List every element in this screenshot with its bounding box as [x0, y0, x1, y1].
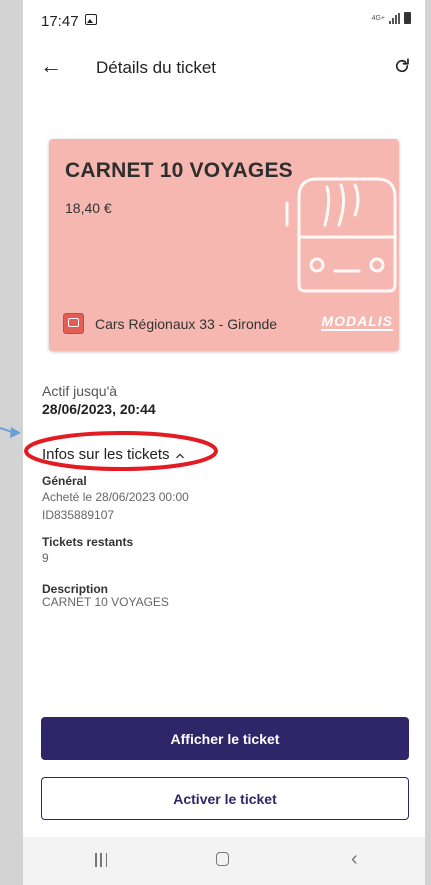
- back-arrow-icon[interactable]: ←: [39, 54, 63, 78]
- page-title: Détails du ticket: [96, 58, 216, 77]
- annotation-arrow-icon: [0, 427, 21, 438]
- home-icon[interactable]: [216, 852, 229, 866]
- battery-icon: [404, 12, 411, 24]
- status-bar: 17:47 4G+: [23, 0, 425, 40]
- activate-ticket-button[interactable]: Activer le ticket: [41, 777, 409, 820]
- remaining-title: Tickets restants: [42, 535, 134, 549]
- validity-label: Actif jusqu'à: [42, 383, 118, 399]
- brand-logo: MODALIS: [321, 313, 393, 331]
- app-bar: ← Détails du ticket: [23, 42, 425, 92]
- description-value: CARNET 10 VOYAGES: [42, 595, 169, 609]
- status-time: 17:47: [41, 13, 79, 30]
- operator-icon: [63, 313, 84, 334]
- show-ticket-button[interactable]: Afficher le ticket: [41, 717, 409, 760]
- status-indicators: 4G+: [372, 12, 411, 24]
- nav-back-icon[interactable]: ‹: [351, 849, 358, 869]
- remaining-value: 9: [42, 551, 49, 565]
- validity-value: 28/06/2023, 20:44: [42, 401, 156, 417]
- general-title: Général: [42, 474, 87, 488]
- description-title: Description: [42, 582, 109, 596]
- operator-name: Cars Régionaux 33 - Gironde: [95, 316, 278, 332]
- ticket-id: ID835889107: [42, 508, 115, 522]
- gallery-notification-icon: [85, 14, 97, 25]
- ticket-price: 18,40 €: [65, 200, 112, 216]
- purchase-date: Acheté le 28/06/2023 00:00: [42, 490, 189, 504]
- ticket-card[interactable]: CARNET 10 VOYAGES 18,40 € Cars Régionaux…: [49, 139, 399, 351]
- annotation-highlight-ellipse: [24, 431, 218, 471]
- bus-icon: [285, 177, 397, 293]
- signal-icon: [389, 12, 400, 24]
- refresh-icon[interactable]: [393, 57, 411, 75]
- network-type: 4G+: [371, 14, 385, 22]
- ticket-name: CARNET 10 VOYAGES: [65, 159, 293, 182]
- system-nav-bar: ‹: [23, 837, 425, 885]
- recents-icon[interactable]: [95, 853, 107, 867]
